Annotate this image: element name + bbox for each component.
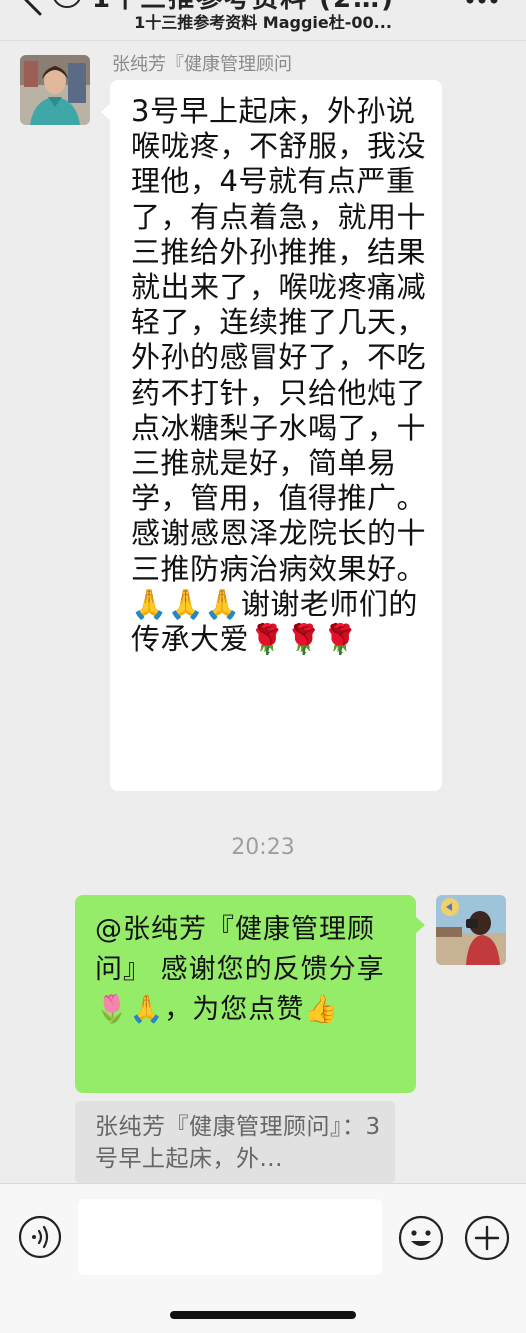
outgoing-message-bubble[interactable]: @张纯芳『健康管理顾问』 感谢您的反馈分享🌷🙏，为您点赞👍 bbox=[75, 895, 425, 1093]
home-indicator bbox=[170, 1311, 356, 1319]
my-avatar[interactable] bbox=[436, 895, 506, 965]
quoted-message[interactable]: 张纯芳『健康管理顾问』：3号早上起床，外... bbox=[75, 1101, 395, 1183]
emoji-icon[interactable] bbox=[398, 1215, 444, 1261]
message-input[interactable] bbox=[78, 1199, 382, 1275]
message-timestamp: 20:23 bbox=[231, 835, 295, 860]
sender-name: 张纯芳『健康管理顾问 bbox=[112, 54, 292, 75]
more-icon[interactable] bbox=[464, 0, 500, 8]
plus-icon[interactable] bbox=[464, 1215, 510, 1261]
incoming-message-text: 3号早上起床，外孙说喉咙疼，不舒服，我没理他，4号就有点严重了，有点着急，就用十… bbox=[131, 94, 427, 657]
incoming-message-bubble[interactable]: 3号早上起床，外孙说喉咙疼，不舒服，我没理他，4号就有点严重了，有点着急，就用十… bbox=[101, 80, 442, 791]
quoted-message-text: 张纯芳『健康管理顾问』：3号早上起床，外... bbox=[95, 1114, 381, 1172]
voice-icon[interactable] bbox=[18, 1215, 62, 1259]
sender-avatar[interactable] bbox=[20, 55, 90, 125]
chat-header: 1十三推参考资料 (2…) 1十三推参考资料 Maggie杜-00... bbox=[0, 0, 526, 41]
chat-subtitle: 1十三推参考资料 Maggie杜-00... bbox=[134, 13, 392, 32]
outgoing-message-text: @张纯芳『健康管理顾问』 感谢您的反馈分享🌷🙏，为您点赞👍 bbox=[95, 914, 385, 1025]
unread-badge-icon bbox=[52, 0, 82, 8]
